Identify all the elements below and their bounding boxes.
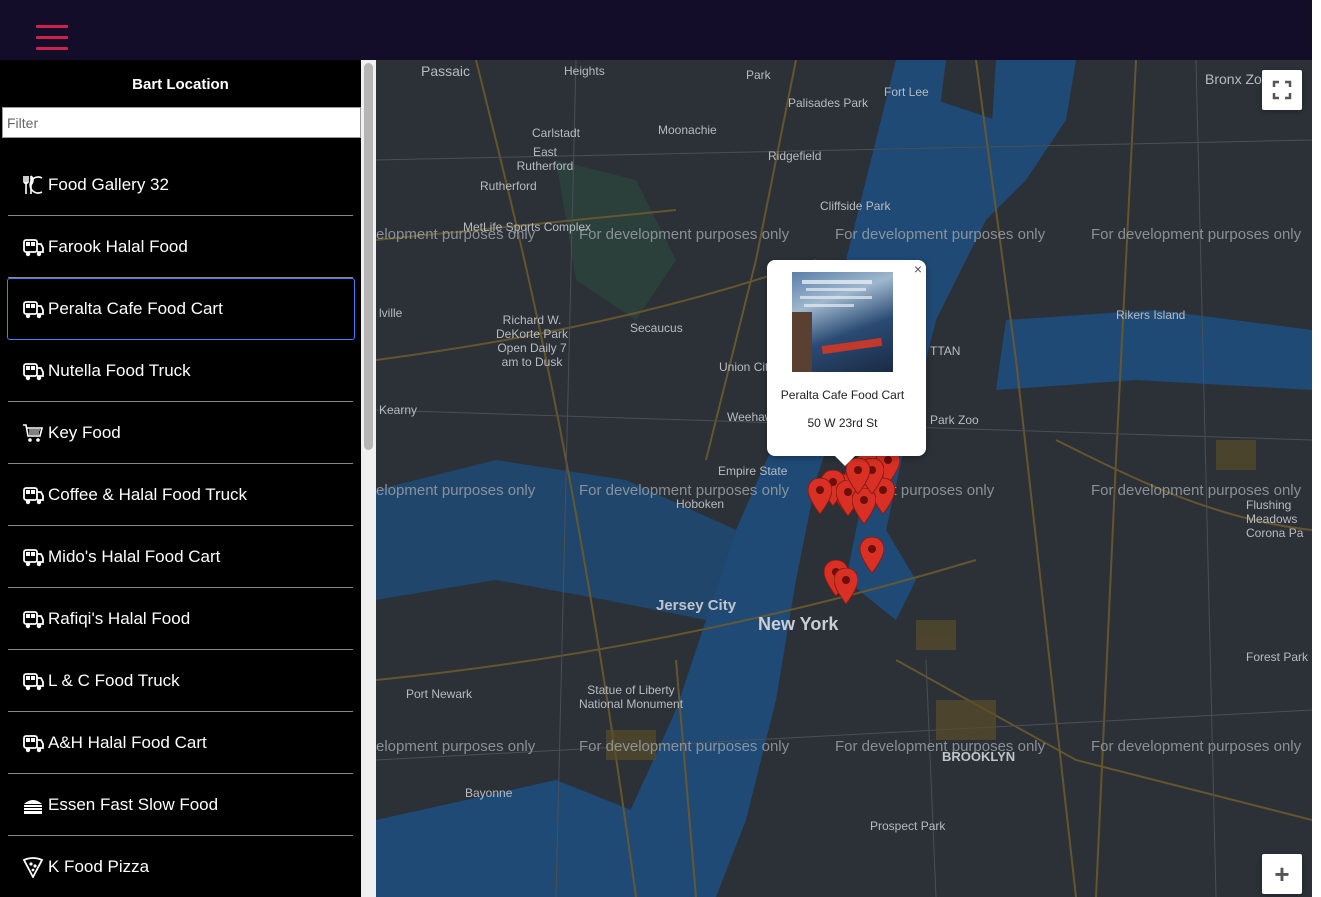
map-label: Prospect Park bbox=[870, 819, 946, 833]
map-label: Hoboken bbox=[676, 497, 725, 511]
location-list: Food Gallery 32 Farook Halal Food Peralta … bbox=[0, 154, 361, 897]
list-item[interactable]: L & C Food Truck bbox=[8, 650, 353, 712]
sidebar: Bart Location Food Gallery 32 Farook Hala… bbox=[0, 60, 361, 897]
list-item[interactable]: Farook Halal Food bbox=[8, 216, 353, 278]
list-item-label: L & C Food Truck bbox=[48, 670, 180, 690]
list-item-label: A&H Halal Food Cart bbox=[48, 732, 207, 752]
map-label: Ridgefield bbox=[768, 149, 822, 163]
map-label: lville bbox=[379, 306, 403, 320]
list-item-label: Rafiqi's Halal Food bbox=[48, 608, 191, 628]
page-right-edge bbox=[1312, 0, 1321, 897]
filter-input[interactable] bbox=[2, 107, 361, 138]
list-item[interactable]: Coffee & Halal Food Truck bbox=[8, 464, 353, 526]
watermark: elopment purposes only bbox=[376, 482, 536, 499]
food-truck-icon bbox=[20, 608, 46, 630]
list-item[interactable]: Rafiqi's Halal Food bbox=[8, 588, 353, 650]
top-navbar bbox=[0, 0, 1312, 60]
sidebar-title: Bart Location bbox=[132, 76, 229, 93]
list-item[interactable]: Nutella Food Truck bbox=[8, 340, 353, 402]
food-truck-icon bbox=[20, 546, 46, 568]
food-truck-icon bbox=[20, 360, 46, 382]
food-truck-icon bbox=[20, 484, 46, 506]
watermark: For development purposes only bbox=[835, 226, 1046, 243]
map-label: Port Newark bbox=[406, 687, 473, 701]
list-item[interactable]: Essen Fast Slow Food bbox=[8, 774, 353, 836]
map-label: Secaucus bbox=[630, 321, 683, 335]
list-item[interactable]: K Food Pizza bbox=[8, 836, 353, 897]
list-item[interactable]: Mido's Halal Food Cart bbox=[8, 526, 353, 588]
list-item-label: K Food Pizza bbox=[48, 856, 150, 876]
food-truck-icon bbox=[20, 236, 46, 258]
sidebar-scrollbar-thumb[interactable] bbox=[364, 63, 373, 450]
map-marker[interactable] bbox=[807, 477, 833, 515]
map-label: Park Zoo bbox=[930, 413, 979, 427]
map-label: Kearny bbox=[379, 403, 418, 417]
map-label: Richard W. DeKorte Park Open Daily 7 am … bbox=[495, 313, 569, 369]
map-label: Bayonne bbox=[465, 786, 513, 800]
map-label: Statue of Liberty National Monument bbox=[578, 683, 684, 711]
info-window: Peralta Cafe Food Cart 50 W 23rd St × bbox=[767, 260, 926, 466]
food-truck-icon bbox=[20, 298, 46, 320]
map-marker[interactable] bbox=[833, 567, 859, 605]
location-photo bbox=[792, 272, 893, 372]
close-icon[interactable]: × bbox=[914, 261, 922, 277]
list-item-label: Coffee & Halal Food Truck bbox=[48, 484, 248, 504]
map-label: MetLife Sports Complex bbox=[463, 220, 592, 234]
shopping-cart-icon bbox=[20, 422, 46, 444]
map-label: Forest Park bbox=[1246, 650, 1309, 664]
map-label: Flushing Meadows Corona Pa bbox=[1246, 498, 1304, 540]
list-item-label: Peralta Cafe Food Cart bbox=[48, 299, 223, 318]
map-label: Moonachie bbox=[658, 123, 717, 137]
map-marker[interactable] bbox=[859, 536, 885, 574]
list-item-label: Farook Halal Food bbox=[48, 236, 188, 256]
map[interactable]: elopment purposes only For development p… bbox=[376, 60, 1312, 897]
watermark: For development purposes only bbox=[1091, 482, 1302, 499]
location-photo-image bbox=[792, 280, 883, 372]
map-label: Fort Lee bbox=[884, 85, 929, 99]
map-label: Cliffside Park bbox=[820, 199, 891, 213]
watermark: For development purposes only bbox=[1091, 226, 1302, 243]
list-item[interactable]: A&H Halal Food Cart bbox=[8, 712, 353, 774]
list-item-label: Essen Fast Slow Food bbox=[48, 794, 219, 814]
map-label: Jersey City bbox=[656, 597, 737, 614]
watermark: elopment purposes only bbox=[376, 738, 536, 755]
map-label: Heights bbox=[564, 64, 605, 78]
food-truck-icon bbox=[20, 670, 46, 692]
map-label: TTAN bbox=[930, 344, 961, 358]
map-label: New York bbox=[758, 614, 839, 634]
list-item-label: Mido's Halal Food Cart bbox=[48, 546, 221, 566]
watermark: For development purposes only bbox=[579, 226, 790, 243]
map-label: Bronx Zoo bbox=[1205, 71, 1270, 87]
map-label: Palisades Park bbox=[788, 96, 869, 110]
list-item-label: Key Food bbox=[48, 422, 121, 442]
list-item-label: Nutella Food Truck bbox=[48, 360, 191, 380]
map-label: Carlstadt bbox=[532, 126, 581, 140]
map-label: BROOKLYN bbox=[942, 749, 1016, 764]
map-label: Empire State bbox=[718, 464, 788, 478]
watermark: For development purposes only bbox=[1091, 738, 1302, 755]
list-item[interactable]: Key Food bbox=[8, 402, 353, 464]
zoom-in-button[interactable]: + bbox=[1262, 854, 1302, 894]
hamburger-menu-icon[interactable] bbox=[36, 25, 68, 51]
pizza-icon bbox=[20, 856, 46, 878]
watermark: For development purposes only bbox=[579, 738, 790, 755]
map-label: Park bbox=[746, 68, 771, 82]
fullscreen-button[interactable] bbox=[1262, 70, 1302, 110]
map-label: East Rutherford bbox=[516, 145, 574, 173]
map-label: Passaic bbox=[421, 63, 471, 79]
list-item[interactable]: Food Gallery 32 bbox=[8, 154, 353, 216]
info-window-title: Peralta Cafe Food Cart bbox=[780, 388, 905, 402]
info-window-address: 50 W 23rd St bbox=[807, 416, 878, 430]
map-label: Rutherford bbox=[480, 179, 537, 193]
food-truck-icon bbox=[20, 732, 46, 754]
map-label: Rikers Island bbox=[1116, 308, 1186, 322]
restaurant-icon bbox=[20, 174, 46, 196]
list-item[interactable]: Peralta Cafe Food Cart bbox=[7, 278, 355, 340]
fullscreen-icon bbox=[1272, 80, 1292, 100]
list-item-label: Food Gallery 32 bbox=[48, 174, 169, 194]
cake-icon bbox=[20, 794, 46, 816]
